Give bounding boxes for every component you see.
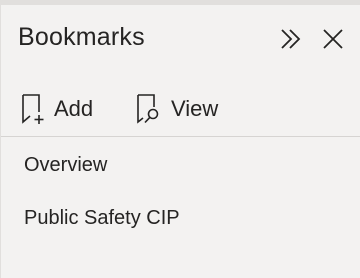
bookmark-add-icon	[20, 93, 46, 125]
pane-title: Bookmarks	[18, 23, 145, 51]
expand-pane-button[interactable]	[277, 25, 305, 53]
view-label: View	[171, 96, 219, 121]
divider	[1, 136, 360, 137]
bookmarks-pane: Bookmarks Add View Overview Public Safet…	[0, 5, 360, 278]
close-icon	[321, 27, 345, 51]
close-pane-button[interactable]	[319, 25, 347, 53]
bookmark-item-public-safety-cip[interactable]: Public Safety CIP	[24, 207, 180, 230]
add-label: Add	[54, 96, 94, 121]
bookmark-item-overview[interactable]: Overview	[24, 154, 107, 177]
double-chevron-right-icon	[278, 27, 304, 51]
bookmark-view-icon	[135, 93, 163, 125]
add-bookmark-button[interactable]: Add	[20, 92, 93, 126]
view-bookmarks-button[interactable]: View	[135, 92, 218, 126]
